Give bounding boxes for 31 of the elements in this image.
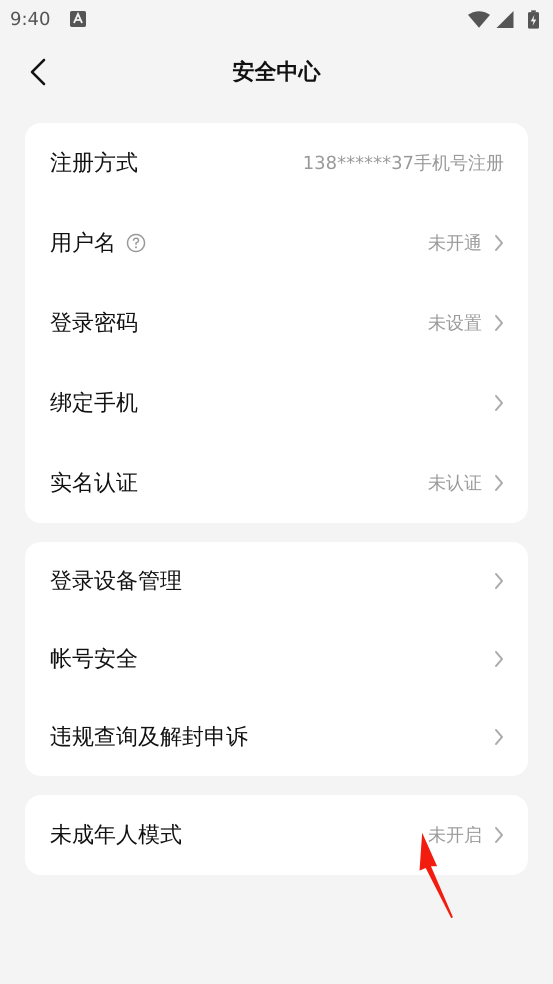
row-value: 未开启 bbox=[428, 824, 482, 847]
row-label: 用户名 bbox=[50, 230, 116, 258]
settings-row[interactable]: 帐号安全 bbox=[25, 620, 528, 698]
row-value: 138******37手机号注册 bbox=[302, 152, 504, 175]
row-value: 未认证 bbox=[428, 472, 482, 495]
back-icon[interactable] bbox=[30, 58, 46, 86]
row-label: 未成年人模式 bbox=[50, 822, 182, 850]
row-label: 绑定手机 bbox=[50, 390, 138, 418]
row-label: 登录设备管理 bbox=[50, 568, 182, 596]
battery-charging-icon bbox=[528, 10, 539, 28]
settings-row[interactable]: 未成年人模式 未开启 bbox=[25, 795, 528, 875]
row-label: 登录密码 bbox=[50, 310, 138, 338]
wifi-icon bbox=[468, 10, 490, 28]
settings-row[interactable]: 违规查询及解封申诉 bbox=[25, 698, 528, 776]
page-title: 安全中心 bbox=[232, 58, 320, 87]
row-label: 实名认证 bbox=[50, 470, 138, 498]
row-label: 注册方式 bbox=[50, 150, 138, 178]
settings-row[interactable]: 用户名 未开通 bbox=[25, 203, 528, 283]
settings-row[interactable]: 登录设备管理 bbox=[25, 542, 528, 620]
notification-icon bbox=[70, 11, 86, 27]
settings-row[interactable]: 注册方式 138******37手机号注册 bbox=[25, 123, 528, 203]
row-label: 违规查询及解封申诉 bbox=[50, 724, 248, 752]
row-value: 未设置 bbox=[428, 312, 482, 335]
status-time: 9:40 bbox=[10, 8, 50, 30]
settings-row[interactable]: 绑定手机 bbox=[25, 363, 528, 443]
row-label: 帐号安全 bbox=[50, 646, 138, 674]
row-value: 未开通 bbox=[428, 232, 482, 255]
help-icon[interactable] bbox=[126, 233, 146, 253]
signal-icon bbox=[494, 10, 516, 28]
settings-row[interactable]: 实名认证 未认证 bbox=[25, 443, 528, 523]
settings-row[interactable]: 登录密码 未设置 bbox=[25, 283, 528, 363]
